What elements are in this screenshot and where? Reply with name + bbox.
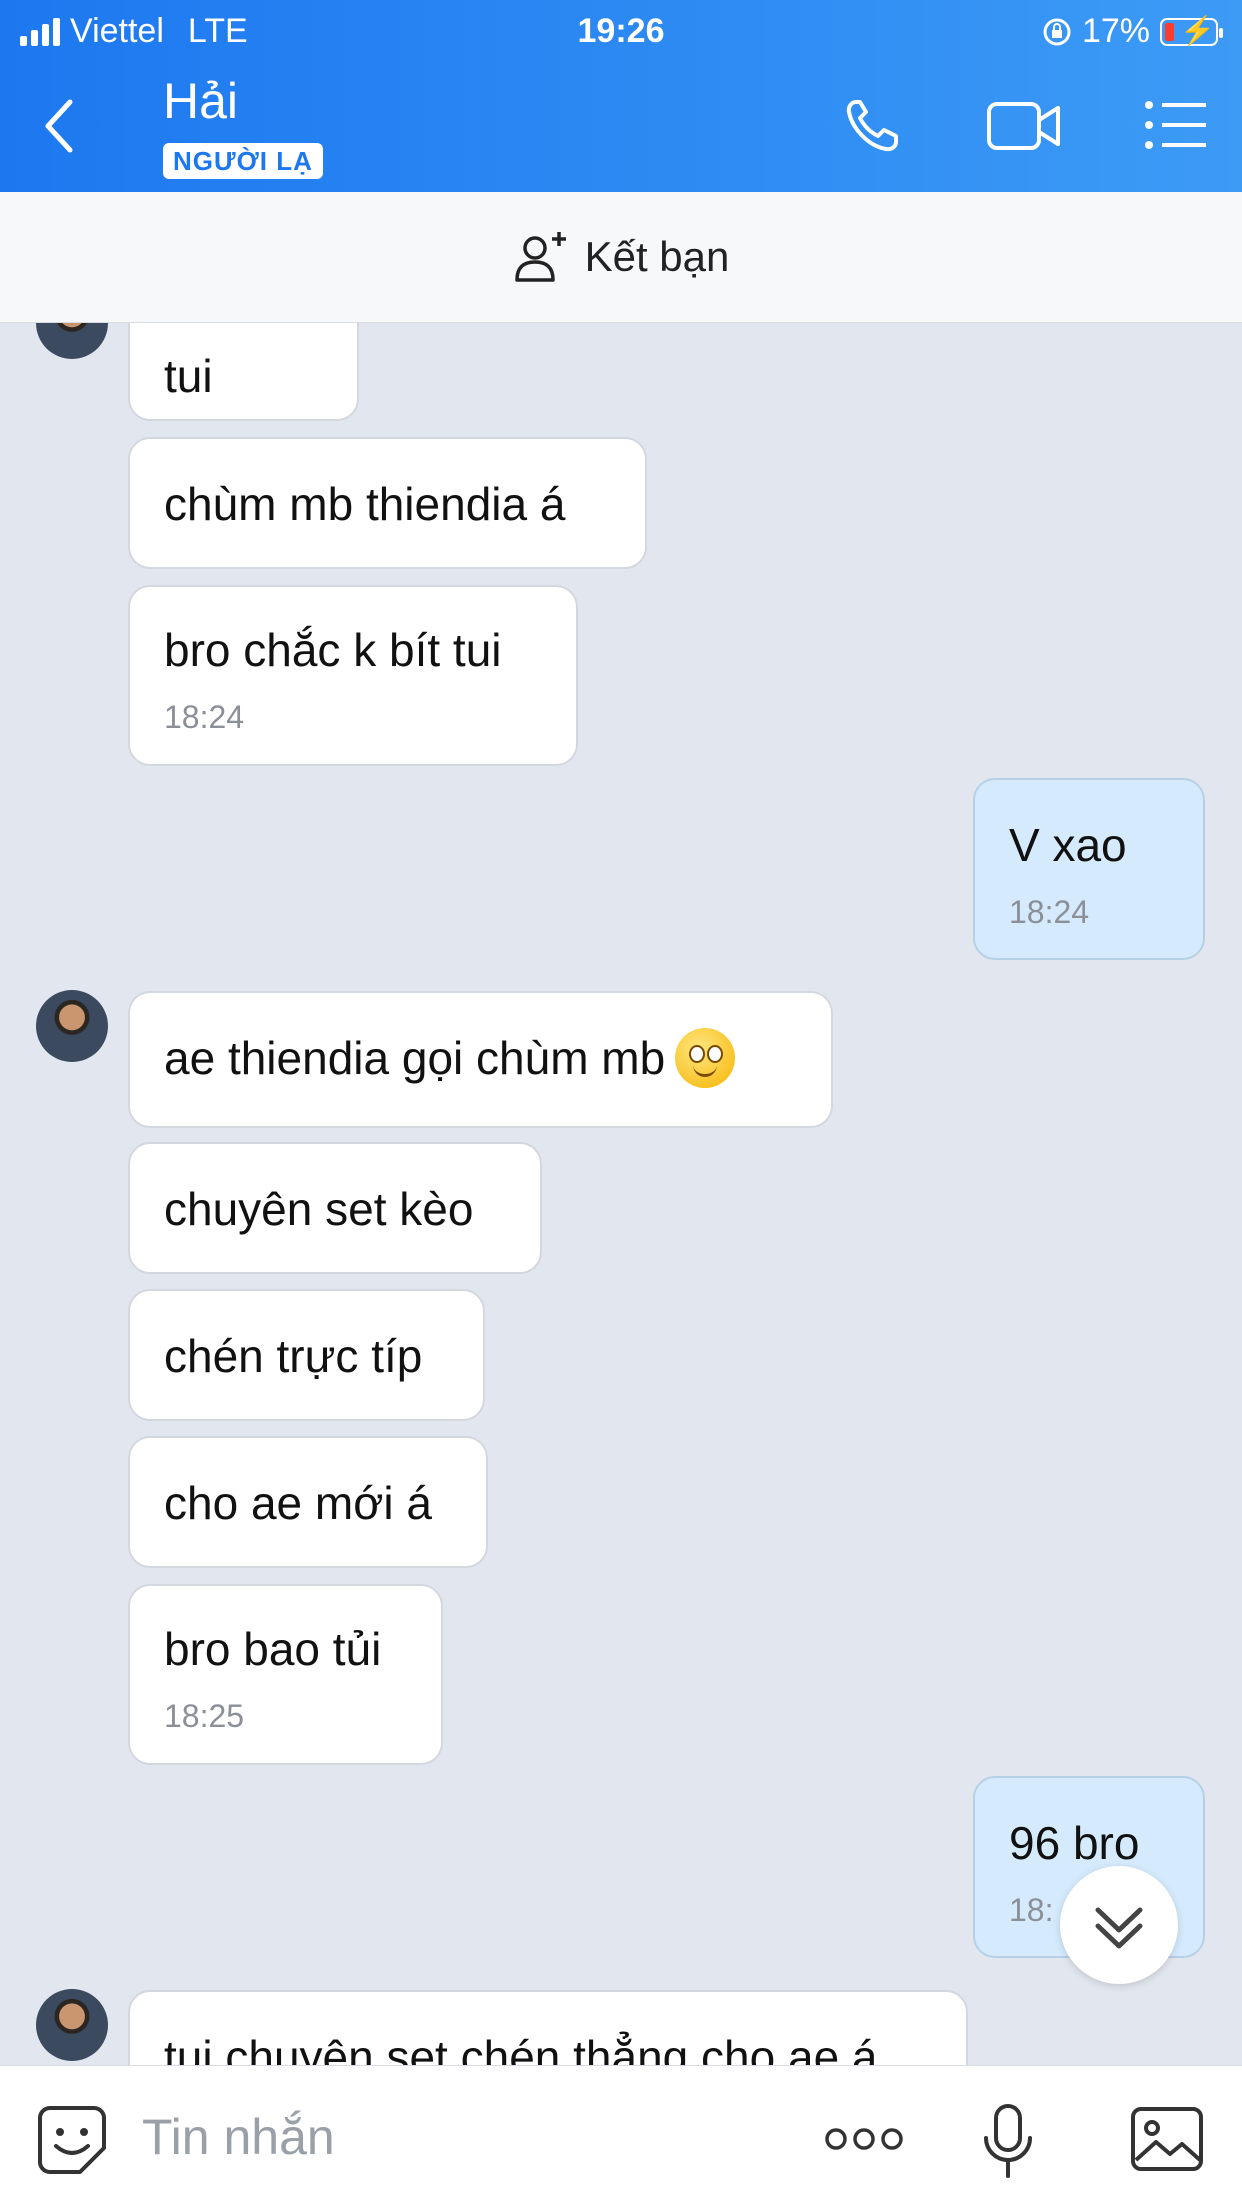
image-gallery-icon[interactable] <box>1130 2106 1204 2172</box>
add-friend-label: Kết bạn <box>584 233 730 280</box>
message-text: chùm mb thiendia á <box>164 478 566 530</box>
message-text: bro bao tủi <box>164 1623 382 1675</box>
phone-call-icon[interactable] <box>842 96 902 156</box>
scroll-to-bottom-button[interactable] <box>1060 1866 1178 1984</box>
message-list[interactable]: tui chùm mb thiendia á bro chắc k bít tu… <box>0 323 1242 2065</box>
message-text: tui chuyên set chén thẳng cho ae á <box>164 2031 878 2065</box>
message-bubble-received[interactable]: bro chắc k bít tui 18:24 <box>128 585 578 766</box>
chat-header: Viettel LTE 19:26 17% ⚡ Hải NGƯỜI LẠ <box>0 0 1242 192</box>
message-timestamp: 18: <box>1009 1892 1054 1928</box>
menu-list-icon[interactable] <box>1144 100 1208 150</box>
message-bubble-received[interactable]: tui <box>128 323 359 421</box>
message-timestamp: 18:25 <box>164 1698 245 1734</box>
battery-percent: 17% <box>1081 12 1150 50</box>
message-text: tui <box>164 350 213 402</box>
message-input[interactable]: Tin nhắn <box>142 2108 335 2166</box>
message-bubble-received[interactable]: chén trực típ <box>128 1289 485 1421</box>
status-bar: Viettel LTE 19:26 17% ⚡ <box>0 8 1242 56</box>
contact-avatar[interactable] <box>36 1989 108 2061</box>
sticker-icon[interactable] <box>36 2104 108 2176</box>
message-bubble-received[interactable]: cho ae mới á <box>128 1436 488 1568</box>
microphone-icon[interactable] <box>982 2102 1034 2182</box>
contact-name[interactable]: Hải <box>163 72 238 130</box>
contact-avatar[interactable] <box>36 323 108 359</box>
message-bubble-received[interactable]: chùm mb thiendia á <box>128 437 647 569</box>
status-right: 17% ⚡ <box>1042 12 1223 51</box>
video-call-icon[interactable] <box>986 98 1062 154</box>
message-composer: Tin nhắn <box>0 2065 1242 2209</box>
stranger-badge: NGƯỜI LẠ <box>163 143 323 179</box>
smile-emoji-icon <box>675 1027 736 1088</box>
message-text: 96 bro <box>1009 1817 1140 1869</box>
message-text: chuyên set kèo <box>164 1183 474 1235</box>
message-text: bro chắc k bít tui <box>164 624 502 676</box>
rotation-lock-icon <box>1043 18 1071 45</box>
add-friend-bar: Kết bạn <box>0 192 1242 323</box>
message-bubble-received[interactable]: bro bao tủi 18:25 <box>128 1584 443 1765</box>
more-options-icon[interactable] <box>824 2126 904 2152</box>
message-bubble-sent[interactable]: V xao 18:24 <box>973 778 1205 960</box>
message-text: chén trực típ <box>164 1330 423 1382</box>
message-text: V xao <box>1009 819 1127 871</box>
message-text: cho ae mới á <box>164 1477 432 1529</box>
battery-icon: ⚡ <box>1160 15 1223 46</box>
message-text: ae thiendia gọi chùm mb <box>164 1027 736 1092</box>
message-timestamp: 18:24 <box>1009 894 1090 930</box>
add-friend-button[interactable]: Kết bạn <box>0 230 1242 284</box>
message-timestamp: 18:24 <box>164 699 245 735</box>
back-arrow-icon[interactable] <box>40 96 80 156</box>
message-bubble-received[interactable]: tui chuyên set chén thẳng cho ae á <box>128 1990 968 2065</box>
double-chevron-down-icon <box>1095 1907 1143 1949</box>
contact-avatar[interactable] <box>36 990 108 1062</box>
message-bubble-received[interactable]: ae thiendia gọi chùm mb <box>128 991 833 1128</box>
message-bubble-received[interactable]: chuyên set kèo <box>128 1142 542 1274</box>
add-friend-icon <box>514 232 566 282</box>
